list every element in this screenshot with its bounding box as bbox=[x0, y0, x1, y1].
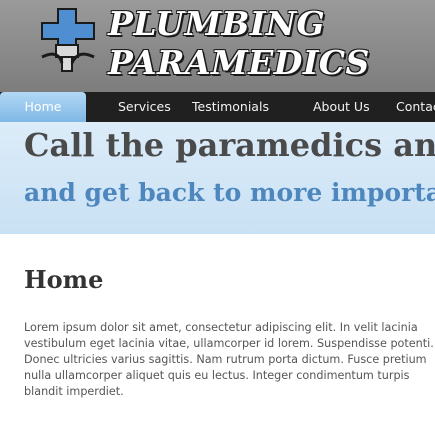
nav-item-contact[interactable]: Contact bbox=[396, 92, 435, 122]
plumbing-cross-icon[interactable] bbox=[38, 5, 102, 75]
logo-text-line2[interactable]: PARAMEDICS bbox=[108, 43, 370, 82]
main-nav: Home Services Testimonials About Us Cont… bbox=[0, 92, 435, 122]
nav-item-about-us[interactable]: About Us bbox=[313, 92, 370, 122]
nav-item-testimonials[interactable]: Testimonials bbox=[192, 92, 269, 122]
content-paragraph: Lorem ipsum dolor sit amet, consectetur … bbox=[24, 320, 435, 435]
site-header: PLUMBING PARAMEDICS bbox=[0, 0, 435, 92]
banner-subheading: and get back to more important things bbox=[24, 178, 435, 207]
page-title: Home bbox=[24, 265, 104, 294]
paragraph-line: blandit imperdiet. bbox=[24, 385, 124, 398]
paragraph-line: Donec ultricies varius sagittis. Nam rut… bbox=[24, 353, 427, 366]
banner-heading: Call the paramedics and bbox=[24, 126, 435, 164]
hero-banner: Call the paramedics and and get back to … bbox=[0, 122, 435, 234]
nav-item-services[interactable]: Services bbox=[118, 92, 171, 122]
paragraph-line: nulla ullamcorper aliquet quis eu lectus… bbox=[24, 369, 410, 382]
paragraph-line: vestibulum eget lacinia vitae, ullamcorp… bbox=[24, 337, 434, 350]
paragraph-line: Lorem ipsum dolor sit amet, consectetur … bbox=[24, 321, 418, 334]
nav-item-home[interactable]: Home bbox=[0, 92, 86, 122]
logo-text-line1[interactable]: PLUMBING bbox=[108, 4, 325, 43]
